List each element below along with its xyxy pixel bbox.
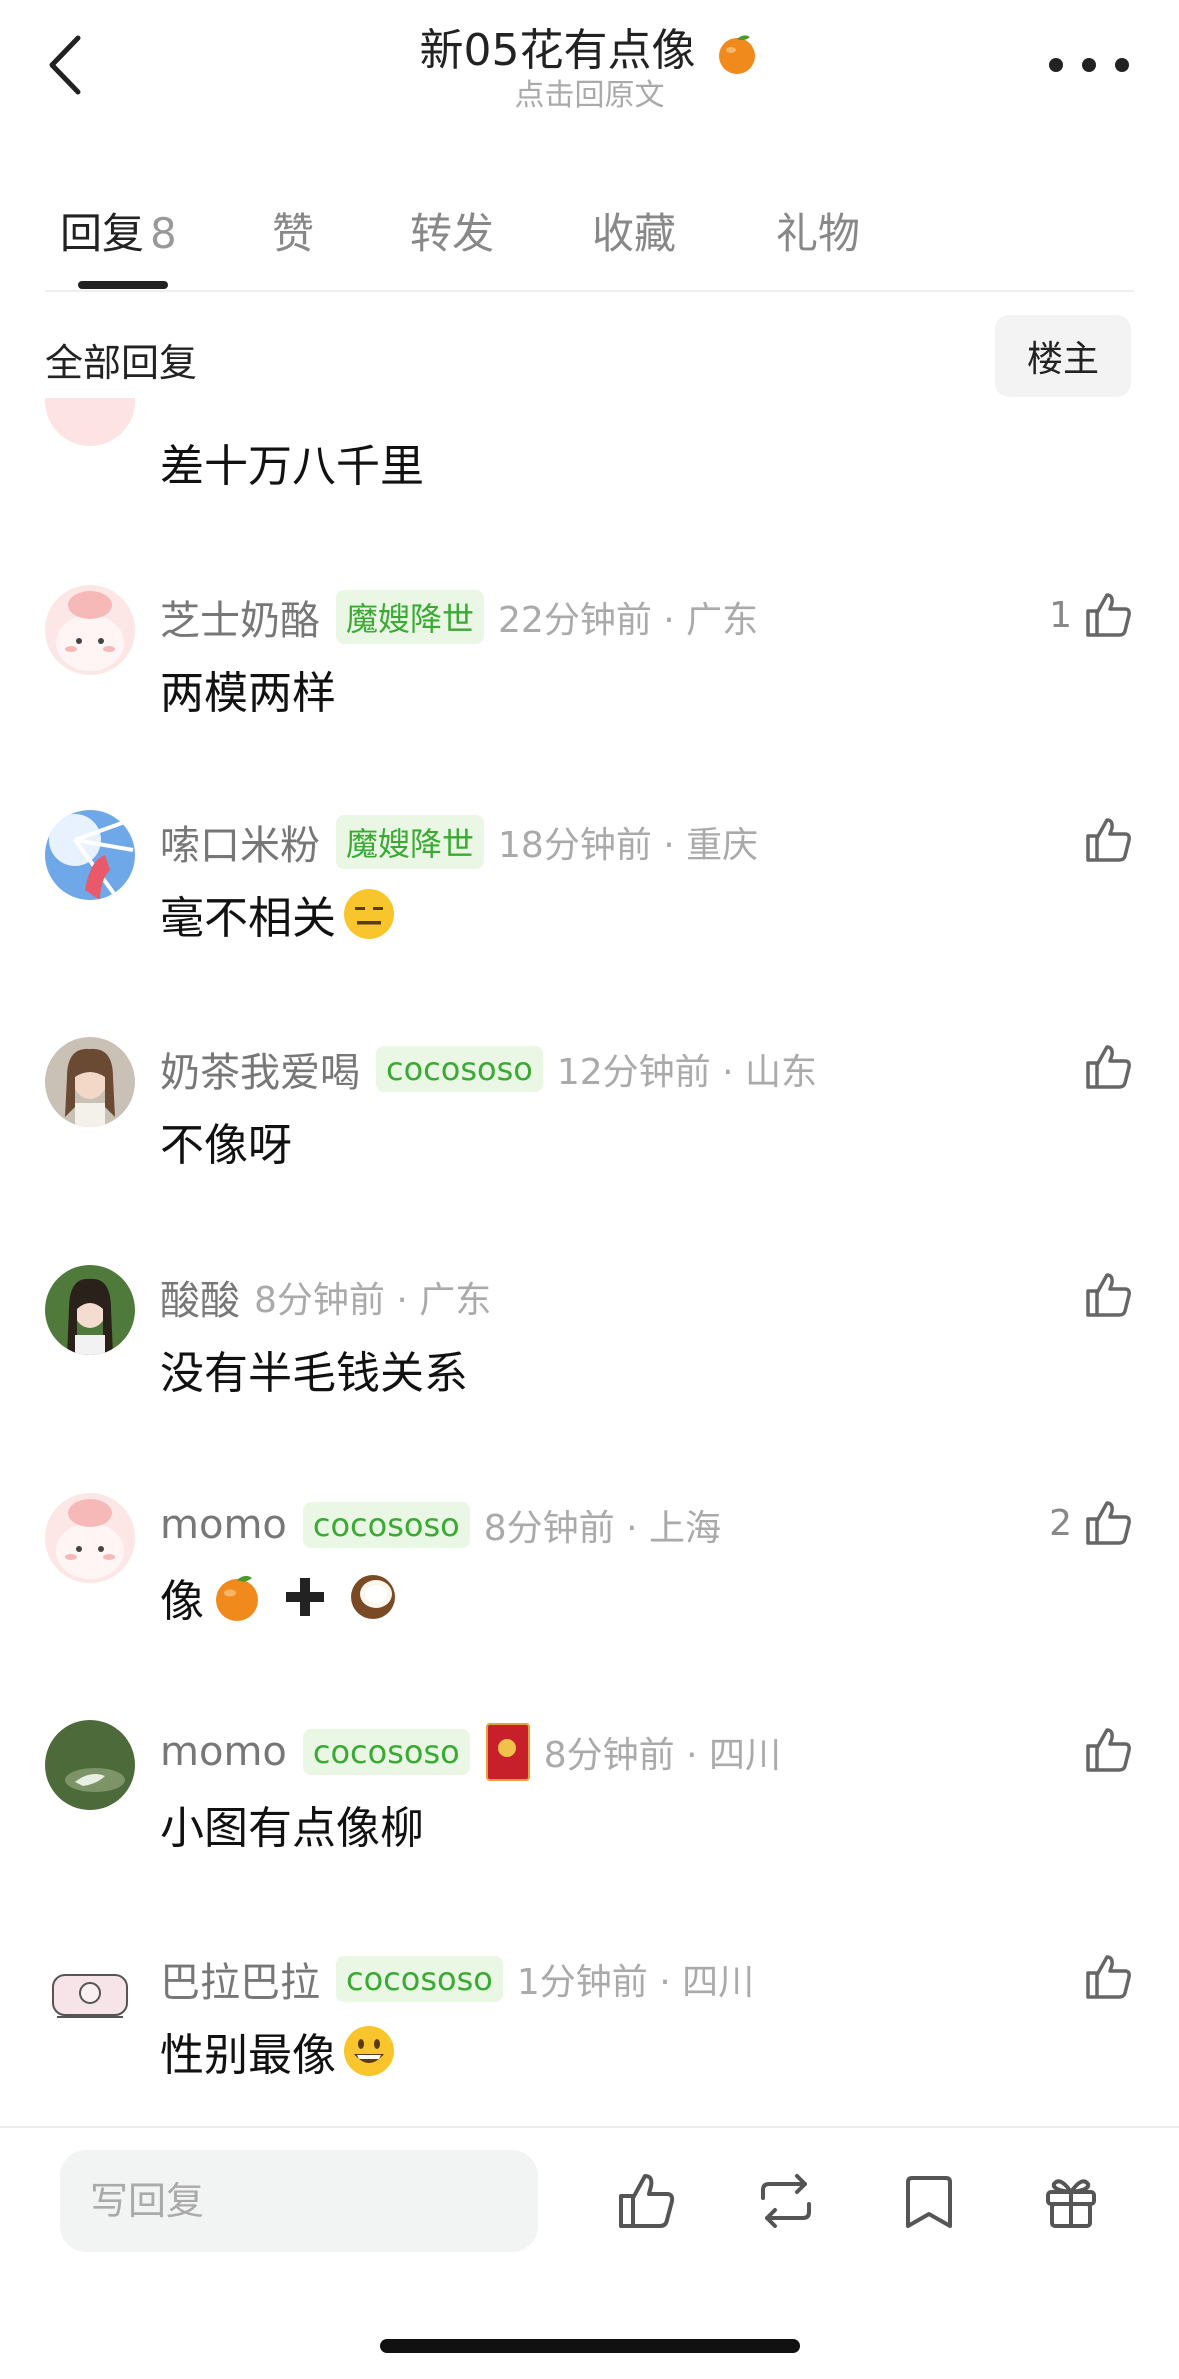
tab-bar: 回复 8 赞 转发 收藏 礼物 (0, 185, 1179, 290)
like-count: 2 (1049, 1502, 1072, 1544)
comment-text: 像 (160, 1565, 400, 1629)
comment-item: 芝士奶酪 魔嫂降世 22分钟前 · 广东 两模两样 1 (0, 585, 1179, 785)
gift-icon[interactable] (1040, 2170, 1102, 2232)
comment-username[interactable]: momo (160, 1729, 287, 1775)
thumbs-up-icon (1086, 1273, 1131, 1317)
tab-favorites[interactable]: 收藏 (592, 200, 676, 261)
tab-replies[interactable]: 回复 8 (60, 200, 177, 261)
like-button[interactable] (1072, 1265, 1134, 1325)
comment-text: 毫不相关 (160, 882, 396, 946)
top-nav-bar: 新05花有点像 点击回原文 (0, 0, 1179, 140)
plus-emoji-icon (286, 1578, 324, 1616)
coconut-emoji-icon (351, 1575, 395, 1619)
comment-text-body: 性别最像 (160, 2030, 336, 2081)
comment-item: momo cocososo 8分钟前 · 四川 小图有点像柳 (0, 1720, 1179, 1920)
page-title-text: 新05花有点像 (419, 25, 696, 76)
avatar[interactable] (45, 810, 135, 900)
reply-input[interactable] (60, 2150, 538, 2252)
home-indicator (380, 2339, 800, 2353)
avatar[interactable] (45, 585, 135, 675)
comment-time-location: 8分钟前 · 上海 (483, 1508, 721, 1549)
like-button[interactable] (1072, 1720, 1134, 1780)
avatar[interactable] (45, 1947, 135, 2037)
page-title[interactable]: 新05花有点像 (0, 14, 1179, 78)
comment-time-location: 18分钟前 · 重庆 (498, 825, 759, 866)
fan-badge: 魔嫂降世 (336, 815, 485, 869)
fan-badge: cocososo (302, 1729, 470, 1775)
thumbs-up-icon (1086, 593, 1131, 637)
orange-emoji-icon (216, 1575, 258, 1621)
thumbs-up-icon (1086, 1955, 1131, 1999)
comment-username[interactable]: 奶茶我爱喝 (160, 1040, 360, 1098)
comment-time-location: 8分钟前 · 广东 (254, 1280, 492, 1321)
fan-badge: cocososo (336, 1956, 503, 2002)
more-options-icon[interactable] (1049, 50, 1129, 80)
fan-badge: cocososo (302, 1502, 470, 1548)
op-only-button[interactable]: 楼主 (995, 315, 1131, 397)
back-to-original-link[interactable]: 点击回原文 (0, 70, 1179, 114)
avatar[interactable] (45, 398, 135, 446)
comment-item: momo cocososo 8分钟前 · 上海 像 2 (0, 1493, 1179, 1693)
comment-text: 差十万八千里 (160, 441, 424, 492)
avatar[interactable] (45, 1265, 135, 1355)
thumbs-up-icon (1086, 1501, 1131, 1545)
thumbs-up-icon (1086, 818, 1131, 862)
comment-text: 两模两样 (160, 668, 336, 719)
thumbs-up-icon (1086, 1045, 1131, 1089)
divider (45, 290, 1134, 292)
tab-gifts[interactable]: 礼物 (776, 200, 860, 261)
comment-text: 性别最像 (160, 2019, 396, 2083)
all-replies-label: 全部回复 (45, 341, 198, 385)
comment-username[interactable]: 酸酸 (160, 1268, 240, 1326)
active-tab-indicator (78, 281, 168, 289)
fan-badge: 魔嫂降世 (336, 590, 485, 644)
comment-text: 小图有点像柳 (160, 1803, 424, 1854)
avatar[interactable] (45, 1493, 135, 1583)
avatar[interactable] (45, 1720, 135, 1810)
comment-item: 嗦口米粉 魔嫂降世 18分钟前 · 重庆 毫不相关 (0, 810, 1179, 1010)
comment-time-location: 1分钟前 · 四川 (516, 1962, 755, 2003)
tab-replies-label: 回复 (60, 209, 145, 258)
comment-text: 不像呀 (160, 1120, 292, 1171)
comment-item: 酸酸 8分钟前 · 广东 没有半毛钱关系 (0, 1265, 1179, 1465)
fan-badge: cocososo (376, 1046, 543, 1092)
comment-time-location: 22分钟前 · 广东 (498, 600, 759, 641)
thumbs-up-icon[interactable] (615, 2170, 677, 2232)
like-count: 1 (1049, 594, 1072, 636)
comment-item: 巴拉巴拉 cocososo 1分钟前 · 四川 性别最像 (0, 1947, 1179, 2147)
comment-username[interactable]: 嗦口米粉 (160, 813, 320, 871)
tab-likes[interactable]: 赞 (272, 200, 314, 261)
tab-replies-count: 8 (150, 209, 177, 258)
comment-time-location: 12分钟前 · 山东 (556, 1052, 817, 1093)
thumbs-up-icon (1086, 1728, 1131, 1772)
comment-text: 没有半毛钱关系 (160, 1348, 468, 1399)
like-button[interactable] (1072, 1947, 1134, 2007)
like-button[interactable]: 2 (1049, 1493, 1134, 1553)
bookmark-icon[interactable] (898, 2170, 960, 2232)
comment-text-body: 像 (160, 1576, 204, 1627)
expressionless-face-icon (344, 889, 394, 939)
tab-reposts[interactable]: 转发 (410, 200, 494, 261)
grinning-face-icon (344, 2026, 394, 2076)
red-envelope-icon (485, 1723, 530, 1781)
comment-username[interactable]: 巴拉巴拉 (160, 1950, 320, 2008)
comment-time-location: 8分钟前 · 四川 (543, 1735, 781, 1776)
comment-text-body: 毫不相关 (160, 893, 336, 944)
comment-username[interactable]: momo (160, 1502, 287, 1548)
comment-item: 奶茶我爱喝 cocososo 12分钟前 · 山东 不像呀 (0, 1037, 1179, 1237)
like-button[interactable]: 1 (1049, 585, 1134, 645)
like-button[interactable] (1072, 810, 1134, 870)
comment-username[interactable]: 芝士奶酪 (160, 588, 320, 646)
like-button[interactable] (1072, 1037, 1134, 1097)
avatar[interactable] (45, 1037, 135, 1127)
divider (0, 2126, 1179, 2128)
repost-icon[interactable] (755, 2170, 817, 2232)
